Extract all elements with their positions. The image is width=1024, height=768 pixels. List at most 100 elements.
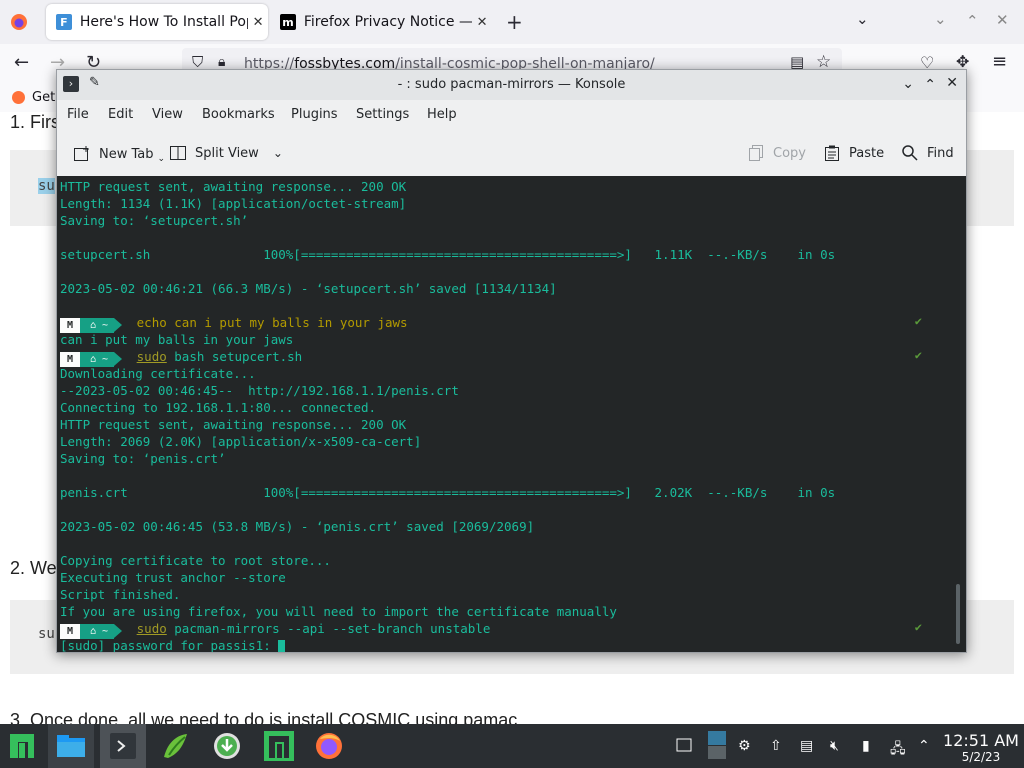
terminal-output-line: Copying certificate to root store...	[60, 553, 331, 568]
browser-tab-bar: F Here's How To Install Pop!_ ✕ m Firefo…	[0, 0, 1024, 44]
terminal-output-line: 2023-05-02 00:46:45 (53.8 MB/s) - ‘penis…	[60, 519, 535, 534]
shell-prompt: M ⌂ ~	[60, 315, 123, 333]
code-line: su	[38, 178, 55, 194]
menu-help[interactable]: Help	[427, 107, 457, 122]
taskbar-download-icon[interactable]	[204, 724, 250, 768]
minimize-window-icon[interactable]: ⌄	[934, 12, 947, 27]
success-check-icon: ✔	[914, 348, 922, 362]
shell-prompt: M ⌂ ~	[60, 349, 123, 367]
taskbar-app-icon[interactable]	[152, 724, 198, 768]
maximize-icon[interactable]: ⌃	[924, 77, 936, 93]
success-check-icon: ✔	[914, 620, 922, 634]
digital-clock[interactable]: 12:51 AM 5/2/23	[940, 731, 1022, 765]
terminal-output-line: Length: 2069 (2.0K) [application/x-x509-…	[60, 434, 422, 449]
menu-file[interactable]: File	[67, 107, 89, 122]
find-button[interactable]: Find	[901, 144, 954, 162]
app-launcher-manjaro-icon[interactable]	[0, 724, 44, 768]
pager-icon[interactable]	[708, 730, 726, 764]
window-title: - : sudo pacman-mirrors — Konsole	[397, 77, 626, 92]
extensions-icon[interactable]: ✥	[956, 54, 969, 70]
reader-view-icon[interactable]: ▤	[790, 55, 804, 70]
command-args: bash setupcert.sh	[166, 349, 303, 364]
taskbar-firefox-icon[interactable]	[306, 724, 352, 768]
shell-prompt: M ⌂ ~	[60, 621, 123, 639]
volume-muted-icon[interactable]: 🔇︎	[830, 738, 839, 754]
new-tab-button[interactable]: New Tab ⌄	[73, 144, 165, 164]
terminal-output[interactable]: HTTP request sent, awaiting response... …	[57, 176, 966, 652]
clock-date: 5/2/23	[961, 750, 1001, 764]
plasma-taskbar: ⚙︎ ⇧ ▤ 🔇︎ ▮ 🖧︎ ⌃	[0, 724, 1024, 768]
terminal-output-line: Executing trust anchor --store	[60, 570, 286, 585]
terminal-output-line: [sudo] password for passis1:	[60, 637, 286, 652]
paste-button[interactable]: Paste	[823, 144, 884, 162]
back-arrow-icon[interactable]: ←	[14, 54, 29, 72]
text-cursor	[278, 639, 286, 652]
terminal-output-line: Saving to: ‘penis.crt’	[60, 451, 226, 466]
article-step-2: 2. We	[10, 558, 57, 578]
menu-plugins[interactable]: Plugins	[291, 107, 338, 122]
mozilla-favicon-icon: m	[280, 14, 296, 30]
konsole-titlebar[interactable]: › ✎ - : sudo pacman-mirrors — Konsole ⌄ …	[57, 70, 966, 100]
terminal-output-line: Script finished.	[60, 587, 181, 602]
terminal-output-line: Saving to: ‘setupcert.sh’	[60, 213, 249, 228]
close-window-icon[interactable]: ✕	[996, 13, 1009, 28]
copy-label: Copy	[773, 145, 806, 161]
taskbar-manjaro-hello-icon[interactable]	[256, 724, 302, 768]
tracking-shield-icon[interactable]: ⛉	[192, 55, 203, 70]
new-tab-icon	[74, 146, 89, 161]
kdeconnect-icon[interactable]: ⚙︎	[738, 738, 751, 754]
close-tab-icon[interactable]: ✕	[248, 15, 268, 30]
success-check-icon: ✔	[914, 314, 922, 328]
terminal-prompt-line: M ⌂ ~ sudo bash setupcert.sh	[60, 348, 303, 367]
command-args: pacman-mirrors --api --set-branch unstab…	[166, 621, 491, 636]
clock-time: 12:51 AM	[943, 731, 1019, 750]
tray-expand-icon[interactable]: ⌃	[918, 738, 930, 754]
bookmark-firefox-icon[interactable]	[12, 91, 25, 104]
show-desktop-icon[interactable]	[676, 738, 692, 756]
menu-edit[interactable]: Edit	[108, 107, 133, 122]
usb-devices-icon[interactable]: ▮	[862, 738, 870, 754]
menu-settings[interactable]: Settings	[356, 107, 409, 122]
menu-view[interactable]: View	[152, 107, 183, 122]
network-icon[interactable]: 🖧︎	[890, 738, 906, 762]
copy-icon	[749, 145, 763, 161]
new-tab-label: New Tab	[99, 146, 154, 162]
terminal-output-line: Downloading certificate...	[60, 366, 256, 381]
terminal-scrollbar[interactable]	[956, 584, 960, 644]
lock-icon[interactable]: 🔒︎	[218, 55, 225, 69]
close-icon[interactable]: ✕	[946, 75, 958, 91]
copy-button[interactable]: Copy	[747, 144, 806, 162]
new-tab-icon[interactable]: +	[506, 12, 523, 32]
terminal-output-line: HTTP request sent, awaiting response... …	[60, 417, 407, 432]
code-line: su	[38, 626, 55, 642]
firefox-menu-icon[interactable]	[10, 13, 28, 35]
konsole-window: › ✎ - : sudo pacman-mirrors — Konsole ⌄ …	[56, 69, 967, 653]
close-tab-icon[interactable]: ✕	[472, 15, 492, 30]
paste-label: Paste	[849, 145, 885, 161]
hamburger-menu-icon[interactable]: ≡	[992, 53, 1007, 71]
command-name: echo	[136, 315, 167, 330]
paste-icon	[825, 145, 839, 161]
maximize-window-icon[interactable]: ⌃	[966, 14, 979, 29]
tab-title: Firefox Privacy Notice — M	[303, 14, 473, 30]
menu-bookmarks[interactable]: Bookmarks	[202, 107, 275, 122]
browser-tab-privacy[interactable]: m Firefox Privacy Notice — M ✕	[270, 4, 492, 40]
split-view-label: Split View	[195, 145, 259, 161]
clipboard-icon[interactable]: ▤	[800, 738, 813, 754]
browser-tab-fossbytes[interactable]: F Here's How To Install Pop!_ ✕	[46, 4, 268, 40]
terminal-prompt-line: M ⌂ ~ echo can i put my balls in your jaw…	[60, 314, 408, 333]
konsole-toolbar: New Tab ⌄ Split View ⌄ Copy Paste Find	[57, 130, 966, 177]
list-tabs-icon[interactable]: ⌄	[856, 12, 869, 27]
konsole-menubar: File Edit View Bookmarks Plugins Setting…	[57, 100, 966, 130]
split-view-button[interactable]: Split View ⌄	[169, 144, 283, 162]
terminal-output-line: HTTP request sent, awaiting response... …	[60, 179, 407, 194]
terminal-output-line: Connecting to 192.168.1.1:80... connecte…	[60, 400, 377, 415]
updates-icon[interactable]: ⇧	[770, 738, 782, 754]
fossbytes-favicon-icon: F	[56, 14, 72, 30]
taskbar-konsole-icon[interactable]	[100, 724, 146, 768]
taskbar-file-manager-icon[interactable]	[48, 724, 94, 768]
minimize-icon[interactable]: ⌄	[902, 76, 914, 92]
chevron-down-icon[interactable]: ⌄	[273, 146, 283, 160]
command-name: sudo	[136, 349, 167, 364]
bookmark-get-started[interactable]: Get	[32, 90, 55, 105]
